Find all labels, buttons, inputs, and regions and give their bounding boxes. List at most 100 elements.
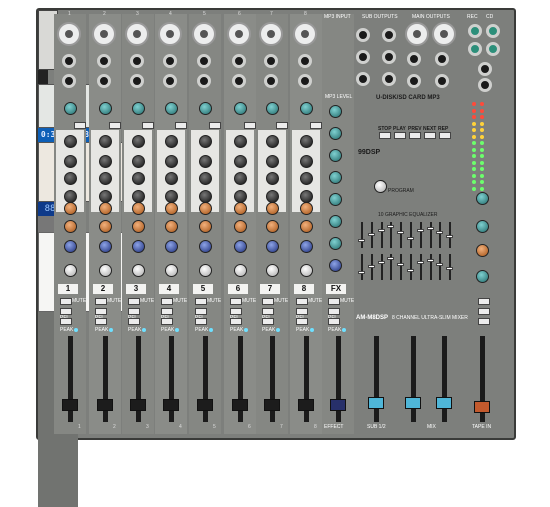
mute-button[interactable] <box>60 298 72 305</box>
rca-jack[interactable] <box>486 42 500 56</box>
xlr-input-8[interactable] <box>293 22 317 46</box>
gain-knob[interactable] <box>132 102 145 115</box>
fx-return-knob[interactable] <box>329 215 342 228</box>
rca-jack[interactable] <box>468 24 482 38</box>
aux2-knob[interactable] <box>64 220 77 233</box>
pan-knob[interactable] <box>99 264 112 277</box>
fx-send-knob[interactable] <box>234 240 247 253</box>
phones-jack[interactable] <box>478 62 492 76</box>
eq-high-knob[interactable] <box>234 135 247 148</box>
gain-knob[interactable] <box>199 102 212 115</box>
sub-button[interactable] <box>262 308 274 315</box>
pfl-button[interactable] <box>328 318 340 325</box>
fx-return-knob[interactable] <box>329 149 342 162</box>
xlr-input-2[interactable] <box>92 22 116 46</box>
line-input-4[interactable] <box>163 54 177 68</box>
insert-jack-4[interactable] <box>163 74 177 88</box>
rec-button[interactable] <box>478 308 490 315</box>
xlr-input-5[interactable] <box>192 22 216 46</box>
sub-button[interactable] <box>60 308 72 315</box>
sub-button[interactable] <box>95 308 107 315</box>
eq-mid-knob[interactable] <box>234 155 247 168</box>
pfl-button[interactable] <box>296 318 308 325</box>
mute-button[interactable] <box>128 298 140 305</box>
gain-knob[interactable] <box>165 102 178 115</box>
main-out-right[interactable] <box>432 22 456 46</box>
insert-jack-1[interactable] <box>62 74 76 88</box>
aux2-knob[interactable] <box>165 220 178 233</box>
hpf-button[interactable] <box>74 122 86 129</box>
insert-jack-3[interactable] <box>130 74 144 88</box>
line-input-3[interactable] <box>130 54 144 68</box>
channel-fader-9[interactable] <box>330 398 346 411</box>
geq-slider-cap[interactable] <box>446 267 454 270</box>
eq-mid-knob[interactable] <box>300 155 313 168</box>
fx-send-knob[interactable] <box>266 240 279 253</box>
pfl-button[interactable] <box>262 318 274 325</box>
dsp-on-button[interactable] <box>478 298 490 305</box>
eq-high-knob[interactable] <box>300 135 313 148</box>
channel-fader-2[interactable] <box>97 398 113 411</box>
geq-slider-cap[interactable] <box>407 237 414 240</box>
main-output-jack[interactable] <box>435 74 449 88</box>
channel-fader-4[interactable] <box>163 398 179 411</box>
sub-button[interactable] <box>128 308 140 315</box>
sub-output-jack[interactable] <box>356 72 370 86</box>
aux1-knob[interactable] <box>99 202 112 215</box>
aux1-knob[interactable] <box>300 202 313 215</box>
line-input-7[interactable] <box>264 54 278 68</box>
geq-slider-cap[interactable] <box>426 227 434 230</box>
geq-slider-cap[interactable] <box>358 239 365 242</box>
eq-mid-freq-knob[interactable] <box>199 172 212 185</box>
aux2-knob[interactable] <box>99 220 112 233</box>
gain-knob[interactable] <box>234 102 247 115</box>
geq-slider-cap[interactable] <box>367 233 375 236</box>
channel-fader-6[interactable] <box>232 398 248 411</box>
geq-slider-cap[interactable] <box>377 229 385 232</box>
tape-level-knob[interactable] <box>476 270 489 283</box>
mute-button[interactable] <box>230 298 242 305</box>
line-input-8[interactable] <box>298 54 312 68</box>
mute-button[interactable] <box>328 298 340 305</box>
aux1-knob[interactable] <box>266 202 279 215</box>
aux2-knob[interactable] <box>199 220 212 233</box>
fx-return-knob[interactable] <box>329 193 342 206</box>
channel-fader-1[interactable] <box>62 398 78 411</box>
aux1-knob[interactable] <box>165 202 178 215</box>
master-fader[interactable] <box>405 397 421 410</box>
eq-mid-freq-knob[interactable] <box>132 172 145 185</box>
usb-port[interactable] <box>38 70 48 84</box>
gain-knob[interactable] <box>300 102 313 115</box>
geq-slider-cap[interactable] <box>397 231 405 234</box>
eq-high-knob[interactable] <box>99 135 112 148</box>
channel-fader-5[interactable] <box>197 398 213 411</box>
insert-jack-6[interactable] <box>232 74 246 88</box>
insert-jack-7[interactable] <box>264 74 278 88</box>
eq-mid-freq-knob[interactable] <box>99 172 112 185</box>
line-input-1[interactable] <box>62 54 76 68</box>
insert-jack-8[interactable] <box>298 74 312 88</box>
geq-slider-cap[interactable] <box>416 261 424 264</box>
eq-high-knob[interactable] <box>132 135 145 148</box>
aux1-knob[interactable] <box>64 202 77 215</box>
mute-button[interactable] <box>161 298 173 305</box>
xlr-input-6[interactable] <box>227 22 251 46</box>
xlr-input-4[interactable] <box>158 22 182 46</box>
fx-return-knob[interactable] <box>329 105 342 118</box>
eq-high-knob[interactable] <box>165 135 178 148</box>
tape-button[interactable] <box>478 318 490 325</box>
hpf-button[interactable] <box>175 122 187 129</box>
aux1-knob[interactable] <box>132 202 145 215</box>
sub-output-jack[interactable] <box>356 50 370 64</box>
aux1-knob[interactable] <box>234 202 247 215</box>
phones-jack-2[interactable] <box>478 78 492 92</box>
geq-slider-cap[interactable] <box>367 265 375 268</box>
geq-slider-cap[interactable] <box>387 257 395 260</box>
eq-high-knob[interactable] <box>266 135 279 148</box>
pan-knob[interactable] <box>234 264 247 277</box>
geq-slider-cap[interactable] <box>377 261 385 264</box>
aux2-knob[interactable] <box>300 220 313 233</box>
fx-send-knob[interactable] <box>132 240 145 253</box>
fx-send-knob[interactable] <box>99 240 112 253</box>
sub-output-jack[interactable] <box>382 28 396 42</box>
